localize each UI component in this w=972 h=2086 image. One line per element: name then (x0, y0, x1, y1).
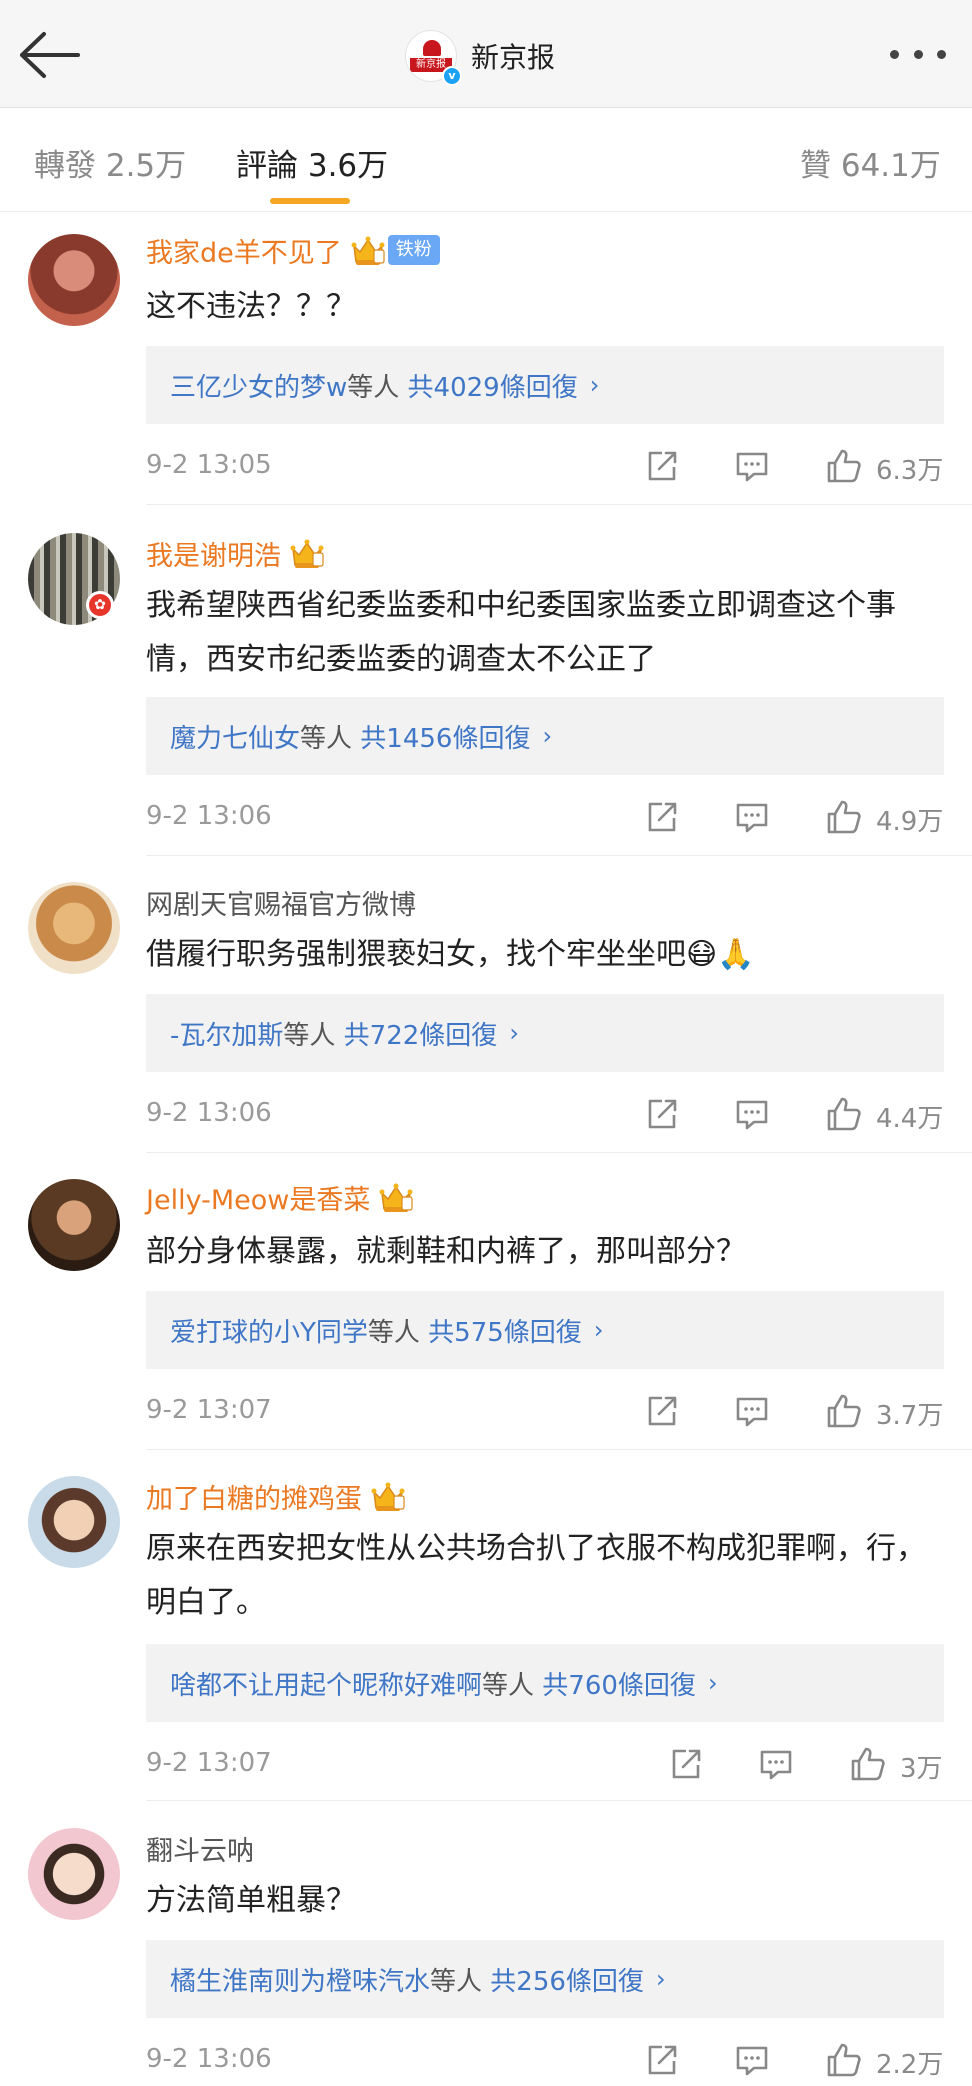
tab-reposts[interactable]: 轉發 2.5万 (34, 140, 186, 185)
crown-icon (348, 232, 388, 268)
chevron-right-icon: › (542, 722, 553, 750)
more-horizontal-icon[interactable] (890, 44, 946, 64)
like-count: 3.7万 (876, 1401, 944, 1431)
divider (146, 1800, 972, 1801)
like-icon[interactable] (824, 797, 864, 837)
like-icon[interactable] (824, 1094, 864, 1134)
share-icon[interactable] (666, 1744, 706, 1784)
divider (146, 1152, 972, 1153)
username[interactable]: 我家de羊不见了 (146, 231, 342, 270)
replies-link[interactable]: 三亿少女的梦w 等人 共4029條回復 › (146, 346, 944, 424)
verified-icon: v (442, 66, 462, 86)
divider (146, 1449, 972, 1450)
comment-icon[interactable] (732, 1391, 772, 1431)
timestamp: 9-2 13:06 (146, 2044, 272, 2074)
comment-text: 我希望陕西省纪委监委和中纪委国家监委立即调查这个事情，西安市纪委监委的调查太不公… (146, 588, 896, 677)
timestamp: 9-2 13:07 (146, 1748, 272, 1778)
comment-text: 原来在西安把女性从公共场合扒了衣服不构成犯罪啊，行，明白了。 (146, 1531, 926, 1620)
like-count: 6.3万 (876, 456, 944, 486)
account-title[interactable]: 新京报 新京报 (405, 26, 555, 86)
avatar[interactable] (28, 234, 120, 326)
like-count: 2.2万 (876, 2050, 944, 2080)
username[interactable]: 我是谢明浩 (146, 534, 281, 573)
comment-icon[interactable] (756, 1744, 796, 1784)
chevron-right-icon: › (707, 1669, 718, 1697)
avatar[interactable] (28, 1828, 120, 1920)
top-nav-bar: 新京报 新京报 v (0, 0, 972, 108)
timestamp: 9-2 13:07 (146, 1395, 272, 1425)
comment-text: 方法简单粗暴？ (146, 1883, 356, 1918)
comment-icon[interactable] (732, 2040, 772, 2080)
avatar[interactable] (28, 882, 120, 974)
like-count: 4.4万 (876, 1104, 944, 1134)
replies-link[interactable]: 啥都不让用起个昵称好难啊 等人 共760條回復 › (146, 1644, 944, 1722)
tab-comments[interactable]: 評論 3.6万 (236, 140, 388, 185)
crown-icon (368, 1478, 408, 1514)
comment-icon[interactable] (732, 797, 772, 837)
page-title: 新京报 (471, 41, 556, 74)
divider (146, 855, 972, 856)
tab-likes[interactable]: 贊 64.1万 (800, 140, 941, 185)
like-icon[interactable] (824, 1391, 864, 1431)
like-count: 4.9万 (876, 807, 944, 837)
like-icon[interactable] (848, 1744, 888, 1784)
chevron-right-icon: › (509, 1019, 519, 1047)
comment-icon[interactable] (732, 446, 772, 486)
like-count: 3万 (900, 1754, 943, 1784)
username[interactable]: Jelly-Meow是香菜 (146, 1178, 370, 1217)
divider (146, 504, 972, 505)
like-icon[interactable] (824, 446, 864, 486)
official-badge-icon: ✿ (86, 591, 114, 619)
crown-icon (376, 1179, 416, 1215)
avatar[interactable] (28, 1179, 120, 1271)
like-icon[interactable] (824, 2040, 864, 2080)
share-icon[interactable] (642, 1391, 682, 1431)
crown-icon (287, 535, 327, 571)
username[interactable]: 加了白糖的摊鸡蛋 (146, 1477, 362, 1516)
replies-link[interactable]: 爱打球的小Y同学 等人 共575條回復 › (146, 1291, 944, 1369)
comment-text: 部分身体暴露，就剩鞋和内裤了，那叫部分？ (146, 1234, 746, 1269)
share-icon[interactable] (642, 1094, 682, 1134)
username[interactable]: 网剧天官赐福官方微博 (146, 883, 416, 922)
back-arrow-icon[interactable] (18, 30, 84, 80)
replies-link[interactable]: -瓦尔加斯 等人 共722條回復 › (146, 994, 944, 1072)
replies-link[interactable]: 橘生淮南则为橙味汽水 等人 共256條回復 › (146, 1940, 944, 2018)
avatar[interactable] (28, 1476, 120, 1568)
replies-link[interactable]: 魔力七仙女 等人 共1456條回復 › (146, 697, 944, 775)
username[interactable]: 翻斗云呐 (146, 1829, 254, 1868)
chevron-right-icon: › (589, 371, 600, 399)
chevron-right-icon: › (655, 1965, 666, 1993)
share-icon[interactable] (642, 797, 682, 837)
tab-bar: 轉發 2.5万 評論 3.6万 贊 64.1万 (0, 108, 972, 212)
chevron-right-icon: › (593, 1316, 604, 1344)
comment-text: 借履行职务强制猥亵妇女，找个牢坐坐吧😷🙏 (146, 937, 755, 972)
share-icon[interactable] (642, 446, 682, 486)
active-tab-indicator (270, 198, 350, 204)
comment-icon[interactable] (732, 1094, 772, 1134)
timestamp: 9-2 13:05 (146, 450, 272, 480)
timestamp: 9-2 13:06 (146, 1098, 272, 1128)
timestamp: 9-2 13:06 (146, 801, 272, 831)
share-icon[interactable] (642, 2040, 682, 2080)
fan-badge: 铁粉 (387, 235, 440, 265)
comment-text: 这不违法？？？ (146, 289, 356, 324)
